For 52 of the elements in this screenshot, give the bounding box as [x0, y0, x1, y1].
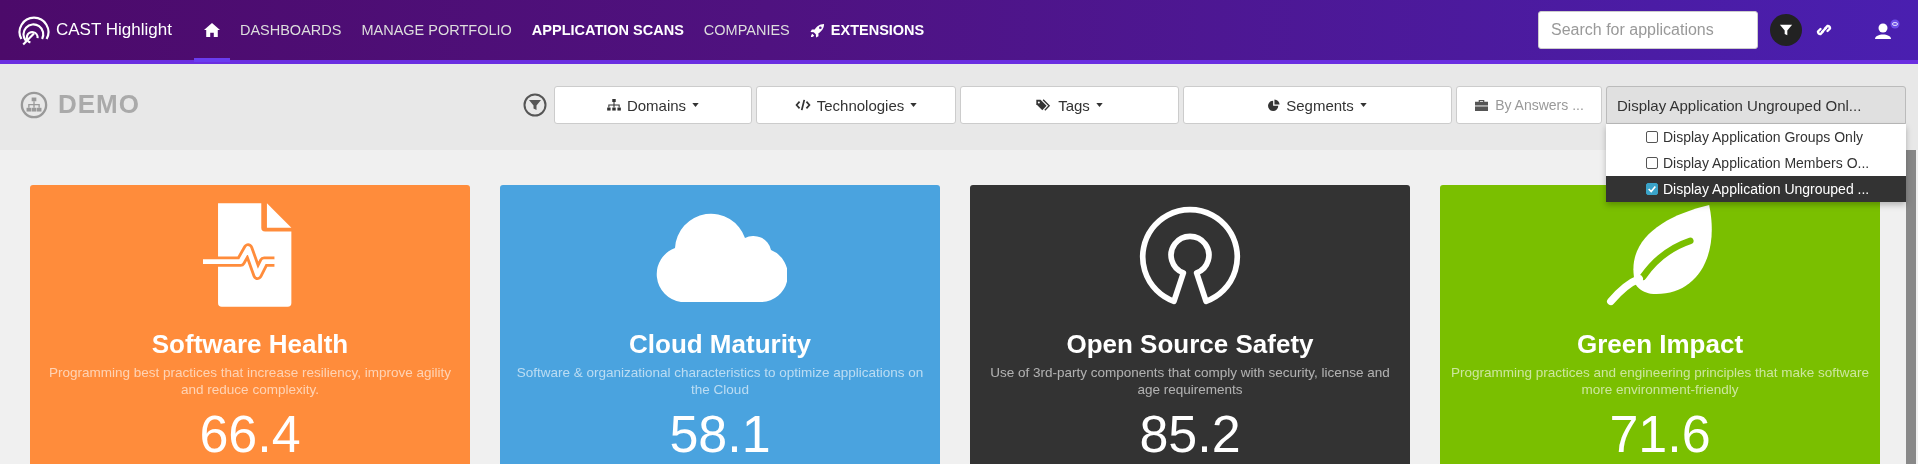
- caret-icon: [1359, 103, 1367, 107]
- score-value: 66.4: [199, 404, 301, 464]
- nav-link[interactable]: MANAGE PORTFOLIO: [351, 2, 522, 62]
- nav-link[interactable]: EXTENSIONS: [799, 2, 935, 62]
- grouping-dropdown[interactable]: Display Application Ungrouped Onl...: [1606, 86, 1906, 124]
- brand-name[interactable]: CAST Highlight: [56, 20, 172, 40]
- briefcase-icon: [1474, 98, 1490, 112]
- tags-icon: [1036, 99, 1053, 111]
- menu-option[interactable]: Display Application Members O...: [1606, 150, 1906, 176]
- checkbox[interactable]: [1646, 183, 1658, 195]
- card-description: Use of 3rd-party components that comply with security, license and age requirements: [989, 364, 1391, 398]
- score-value: 71.6: [1609, 404, 1711, 464]
- search-field[interactable]: Search for applications: [1538, 11, 1758, 49]
- nav-link[interactable]: APPLICATION SCANS: [521, 2, 694, 62]
- card-title: Software Health: [151, 329, 349, 360]
- checkbox[interactable]: [1646, 131, 1658, 143]
- menu-option[interactable]: Display Application Groups Only: [1606, 124, 1906, 150]
- filter-icon[interactable]: [523, 93, 547, 117]
- card-title: Open Source Safety: [1066, 329, 1314, 360]
- score-value: 85.2: [1139, 404, 1241, 464]
- filter-dropdown[interactable]: Domains: [554, 86, 752, 124]
- sitemap-icon: [20, 90, 48, 119]
- score-card[interactable]: Open Source Safety Use of 3rd-party components that comply with security, license and age requirements 85.2: [970, 185, 1410, 464]
- rocket-icon: [809, 22, 825, 38]
- score-value: 58.1: [669, 404, 771, 464]
- filter-dropdown[interactable]: Segments: [1183, 86, 1452, 124]
- card-description: Software & organizational characteristics to optimize applications on the Cloud: [515, 364, 925, 398]
- pie-chart-icon: [1268, 99, 1281, 111]
- nav-link[interactable]: DASHBOARDS: [229, 2, 352, 62]
- option-label: Display Application Members O...: [1663, 155, 1870, 171]
- card-title: Green Impact: [1576, 329, 1744, 360]
- card-title: Cloud Maturity: [629, 329, 811, 360]
- card-description: Programming best practices that increase resiliency, improve agility and reduce complexity.: [48, 364, 452, 398]
- option-label: Display Application Groups Only: [1663, 129, 1863, 145]
- filter-button[interactable]: [1770, 14, 1802, 46]
- nav-link[interactable]: COMPANIES: [693, 2, 800, 62]
- filter-dropdown[interactable]: Tags: [960, 86, 1179, 124]
- home-icon: [202, 22, 221, 38]
- card-description: Programming practices and engineering principles that make software more environment-friendly: [1450, 364, 1870, 398]
- caret-icon: [1095, 103, 1103, 107]
- filter-icon: [1779, 23, 1793, 37]
- caret-icon: [910, 103, 918, 107]
- user-icon[interactable]: [1874, 19, 1900, 41]
- filter-dropdown[interactable]: Technologies: [756, 86, 956, 124]
- checkbox[interactable]: [1646, 157, 1658, 169]
- scrollbar[interactable]: [1906, 150, 1916, 464]
- page-title: DEMO: [58, 89, 140, 120]
- sitemap-icon: [606, 99, 621, 111]
- link-icon[interactable]: [1816, 22, 1832, 38]
- caret-icon: [692, 103, 700, 107]
- code-icon: [794, 99, 811, 111]
- menu-option[interactable]: Display Application Ungrouped ...: [1606, 176, 1906, 202]
